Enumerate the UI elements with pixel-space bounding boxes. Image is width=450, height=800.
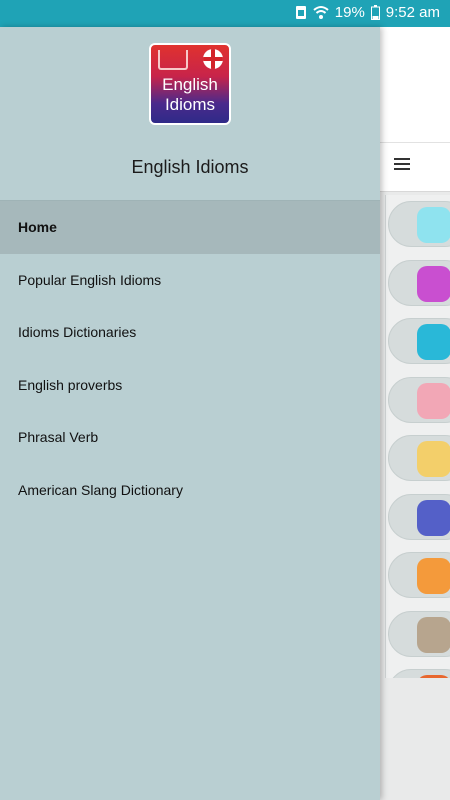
category-card[interactable] [388, 669, 450, 678]
category-card[interactable] [388, 552, 450, 598]
background-category-list [385, 195, 450, 678]
menu-item-american-slang[interactable]: American Slang Dictionary [0, 464, 380, 517]
category-icon [417, 265, 450, 302]
category-icon [417, 382, 450, 419]
app-logo: English Idioms [149, 43, 231, 125]
category-icon [417, 616, 450, 653]
category-icon [417, 441, 450, 477]
category-icon [417, 499, 450, 536]
clock: 9:52 am [385, 4, 440, 21]
category-icon [417, 324, 450, 360]
status-bar: 19% 9:52 am [0, 0, 450, 27]
sim-icon [295, 6, 306, 19]
drawer-title: English Idioms [131, 157, 249, 177]
background-header [380, 27, 450, 142]
wifi-icon [313, 6, 329, 19]
drawer-menu: Home Popular English Idioms Idioms Dicti… [0, 201, 380, 516]
battery-percent: 19% [334, 4, 365, 21]
category-card[interactable] [388, 318, 450, 364]
category-card[interactable] [388, 493, 450, 540]
category-card[interactable] [388, 435, 450, 481]
battery-icon [370, 5, 380, 20]
menu-item-english-proverbs[interactable]: English proverbs [0, 359, 380, 412]
navigation-drawer: English Idioms English Idioms Home Popul… [0, 27, 380, 800]
menu-item-popular-idioms[interactable]: Popular English Idioms [0, 254, 380, 307]
background-app [380, 27, 450, 800]
hamburger-icon[interactable] [394, 158, 410, 172]
category-icon [417, 558, 450, 594]
status-icons: 19% 9:52 am [295, 4, 440, 21]
logo-line2: Idioms [164, 95, 216, 114]
logo-text: English Idioms [151, 75, 229, 115]
category-icon [417, 675, 450, 678]
category-card[interactable] [388, 259, 450, 306]
category-card[interactable] [388, 376, 450, 423]
category-icon [417, 207, 450, 243]
menu-item-phrasal-verb[interactable]: Phrasal Verb [0, 411, 380, 464]
book-icon [158, 50, 188, 70]
category-card[interactable] [388, 201, 450, 247]
menu-item-idioms-dictionaries[interactable]: Idioms Dictionaries [0, 306, 380, 359]
category-card[interactable] [388, 610, 450, 657]
background-toolbar [380, 142, 450, 192]
menu-item-home[interactable]: Home [0, 201, 380, 254]
logo-line1: English [162, 75, 218, 94]
uk-flag-icon [203, 49, 223, 69]
